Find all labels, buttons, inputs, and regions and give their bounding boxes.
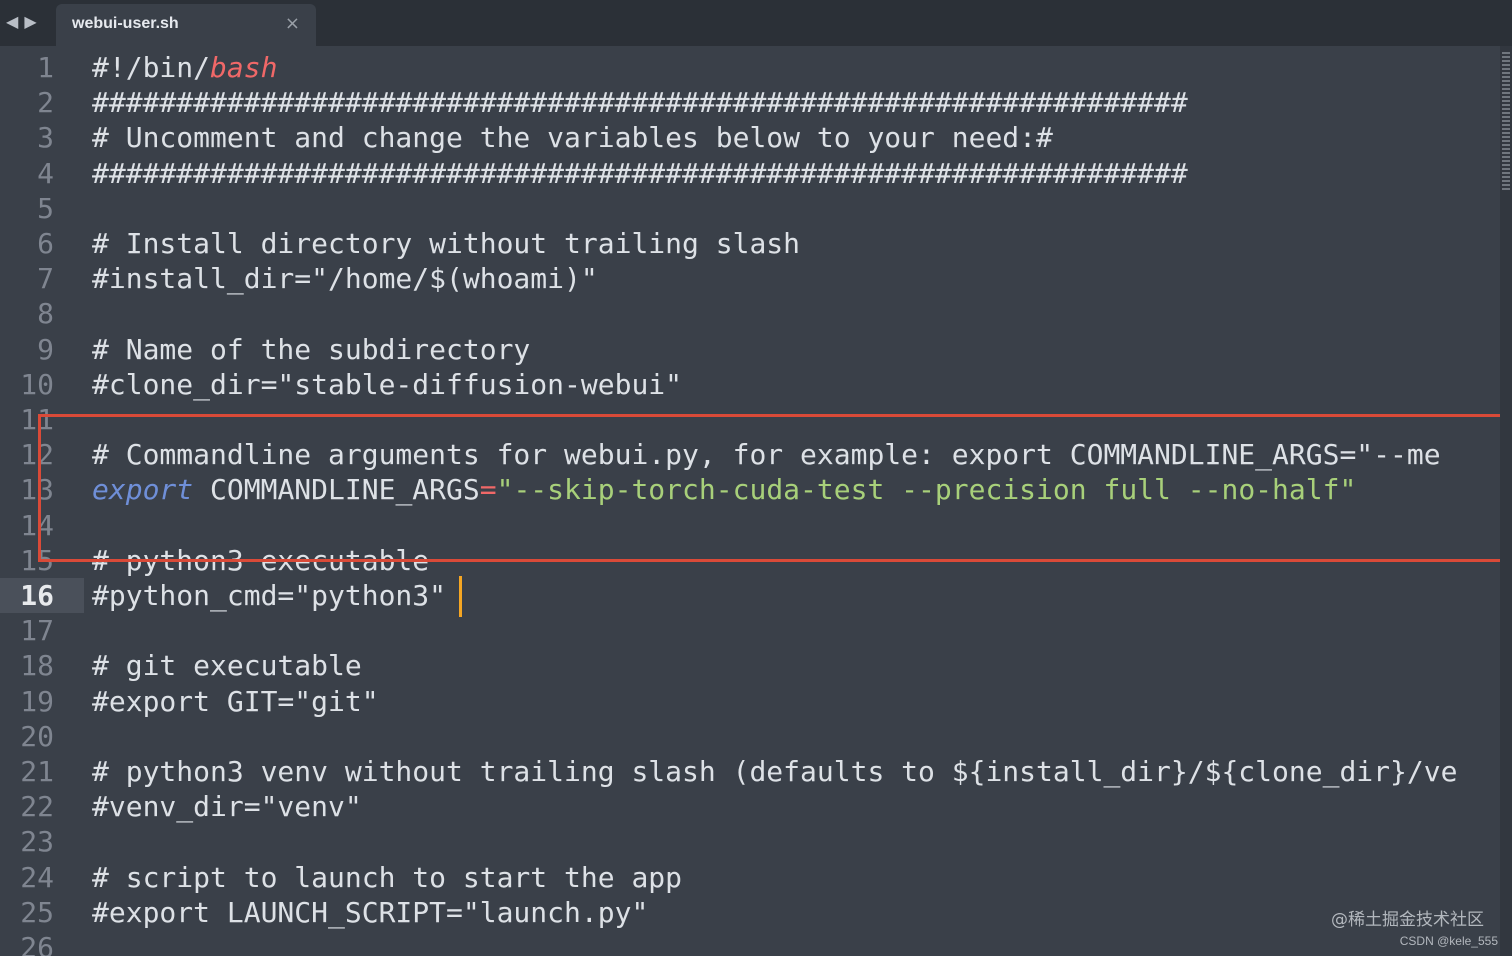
line-number: 26 [20,931,54,956]
line-number: 22 [20,790,54,824]
watermark-csdn: CSDN @kele_555 [1399,934,1498,948]
code-line-20[interactable]: 20 [0,719,1500,754]
code-line-3[interactable]: 3 # Uncomment and change the variables be… [0,120,1500,155]
close-icon[interactable]: × [285,13,300,34]
code-line-8[interactable]: 8 [0,296,1500,331]
line-code: # script to launch to start the app [92,860,683,894]
line-gutter[interactable]: 5 [0,191,84,226]
code-line-2[interactable]: 2 #######################################… [0,85,1500,120]
tab-nav: ◀ ▶ [6,12,37,31]
line-number: 20 [20,719,54,753]
code-line-7[interactable]: 7 #install_dir="/home/$(whoami)" [0,261,1500,296]
line-gutter[interactable]: 26 [0,930,84,956]
line-number: 3 [37,121,54,155]
line-gutter[interactable]: 7 [0,261,84,296]
line-code: #!/bin/bash [92,52,277,83]
line-number: 7 [37,262,54,296]
code-line-26[interactable]: 26 [0,930,1500,956]
line-gutter[interactable]: 22 [0,789,84,824]
watermark-juejin: @稀土掘金技术社区 [1331,910,1484,930]
line-gutter[interactable]: 1 [0,50,84,85]
minimap-viewport[interactable] [1502,52,1510,192]
line-number: 1 [37,51,54,84]
line-number: 23 [20,825,54,859]
line-code: #venv_dir="venv" [92,790,362,824]
code-line-16[interactable]: 16 #python_cmd="python3" [0,578,1500,613]
line-code: # Uncomment and change the variables bel… [92,121,1053,155]
line-number: 4 [37,156,54,190]
line-number: 9 [37,332,54,366]
highlight-annotation-box [38,414,1512,562]
line-code: # Name of the subdirectory [92,332,531,366]
line-code: #export LAUNCH_SCRIPT="launch.py" [92,895,649,929]
tab-title: webui-user.sh [72,15,179,32]
shebang-prefix: #!/bin/ [92,51,211,84]
back-arrow-icon[interactable]: ◀ [6,12,18,31]
line-gutter[interactable]: 24 [0,860,84,895]
line-gutter[interactable]: 6 [0,226,84,261]
line-gutter[interactable]: 2 [0,85,84,120]
code-line-5[interactable]: 5 [0,191,1500,226]
line-gutter[interactable]: 4 [0,156,84,191]
line-number: 8 [37,297,54,331]
line-number: 6 [37,227,54,260]
code-line-19[interactable]: 19 #export GIT="git" [0,684,1500,719]
line-code: #export GIT="git" [92,684,379,718]
line-number: 5 [37,191,54,225]
line-gutter[interactable]: 3 [0,120,84,155]
line-gutter[interactable]: 8 [0,296,84,331]
line-code: #python_cmd="python3" [92,579,447,612]
minimap[interactable] [1500,46,1512,956]
line-number: 16 [20,579,54,612]
code-line-22[interactable]: 22 #venv_dir="venv" [0,789,1500,824]
line-gutter[interactable]: 16 [0,578,84,613]
line-gutter[interactable]: 20 [0,719,84,754]
line-number: 10 [20,367,54,401]
line-number: 19 [20,684,54,718]
line-gutter[interactable]: 23 [0,824,84,859]
line-gutter[interactable]: 10 [0,367,84,402]
line-number: 2 [37,86,54,120]
line-gutter[interactable]: 18 [0,648,84,683]
code-line-10[interactable]: 10 #clone_dir="stable-diffusion-webui" [0,367,1500,402]
code-line-17[interactable]: 17 [0,613,1500,648]
line-number: 25 [20,895,54,929]
line-code: #clone_dir="stable-diffusion-webui" [92,367,683,401]
line-code: #install_dir="/home/$(whoami)" [92,262,598,296]
code-line-23[interactable]: 23 [0,824,1500,859]
line-code: # git executable [92,649,362,683]
line-gutter[interactable]: 21 [0,754,84,789]
line-code: ########################################… [92,156,1188,190]
line-number: 18 [20,649,54,683]
tab-bar: ◀ ▶ webui-user.sh × [0,0,1512,46]
code-line-1[interactable]: 1 #!/bin/bash [0,50,1500,85]
code-line-18[interactable]: 18 # git executable [0,648,1500,683]
line-code: ########################################… [92,86,1188,120]
code-line-9[interactable]: 9 # Name of the subdirectory [0,332,1500,367]
code-line-24[interactable]: 24 # script to launch to start the app [0,860,1500,895]
tab-webui-user[interactable]: webui-user.sh × [56,4,316,46]
line-number: 17 [20,614,54,648]
code-line-6[interactable]: 6 # Install directory without trailing sl… [0,226,1500,261]
line-number: 21 [20,755,54,788]
shebang-shell: bash [210,51,278,84]
line-number: 24 [20,860,54,894]
line-gutter[interactable]: 19 [0,684,84,719]
line-code: # Install directory without trailing sla… [92,227,801,260]
code-line-4[interactable]: 4 #######################################… [0,156,1500,191]
line-gutter[interactable]: 25 [0,895,84,930]
line-gutter[interactable]: 9 [0,332,84,367]
text-cursor [459,576,462,617]
forward-arrow-icon[interactable]: ▶ [24,12,36,31]
line-gutter[interactable]: 17 [0,613,84,648]
line-code: # python3 venv without trailing slash (d… [92,755,1458,788]
code-line-21[interactable]: 21 # python3 venv without trailing slash … [0,754,1500,789]
code-line-25[interactable]: 25 #export LAUNCH_SCRIPT="launch.py" [0,895,1500,930]
